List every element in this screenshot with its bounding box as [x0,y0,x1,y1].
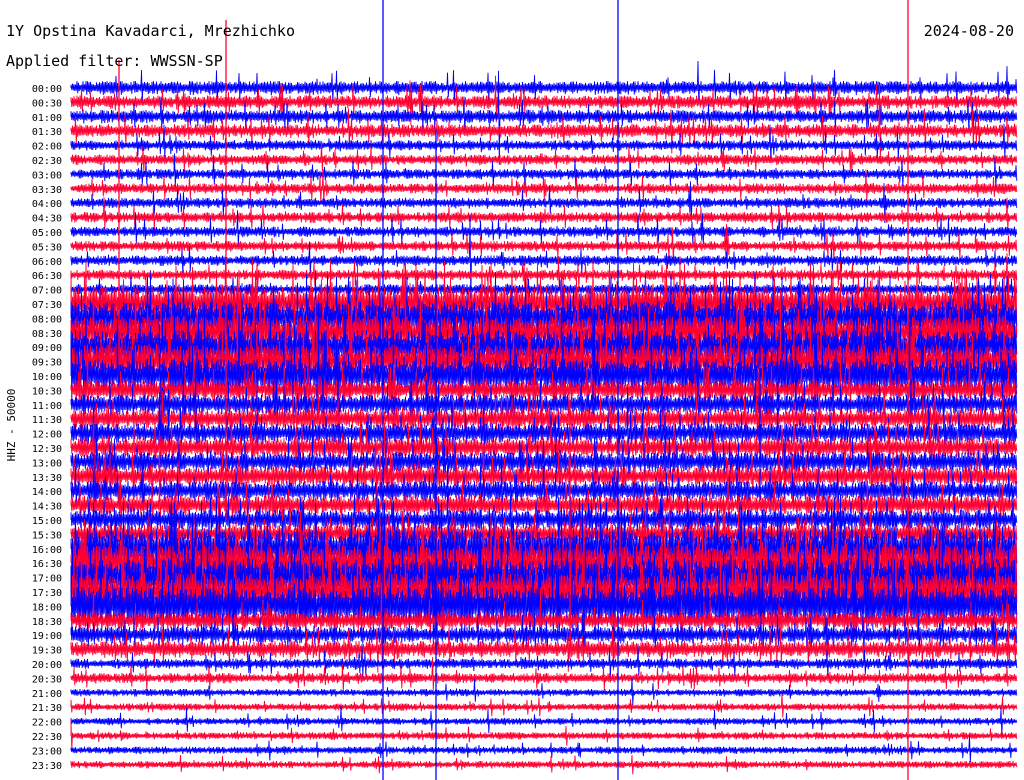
row-time-label: 20:30 [32,674,62,685]
row-time-label: 11:00 [32,401,62,412]
row-time-label: 21:00 [32,689,62,700]
station-title: 1Y Opstina Kavadarci, Mrezhichko [6,22,295,40]
row-time-label: 17:00 [32,574,62,585]
row-time-label: 15:00 [32,516,62,527]
row-time-label: 10:30 [32,386,62,397]
row-time-label: 02:00 [32,142,62,153]
row-time-label: 16:00 [32,545,62,556]
row-time-label: 06:00 [32,257,62,268]
row-time-label: 07:00 [32,286,62,297]
row-time-label: 18:00 [32,602,62,613]
row-time-label: 17:30 [32,588,62,599]
row-time-label: 13:30 [32,473,62,484]
row-time-label: 00:30 [32,98,62,109]
row-time-label: 05:00 [32,228,62,239]
row-time-label: 01:00 [32,113,62,124]
row-time-label: 14:00 [32,487,62,498]
row-time-label: 09:30 [32,358,62,369]
row-time-label: 23:00 [32,746,62,757]
helicorder-chart: 1Y Opstina Kavadarci, Mrezhichko 2024-08… [0,0,1024,780]
row-time-label: 19:30 [32,646,62,657]
row-time-label: 05:30 [32,242,62,253]
filter-label: Applied filter: WWSSN-SP [6,52,223,70]
row-time-label: 18:30 [32,617,62,628]
row-time-label: 22:00 [32,718,62,729]
row-time-label: 16:30 [32,559,62,570]
trace-layer [70,0,1018,780]
row-time-label: 19:00 [32,631,62,642]
row-time-label: 02:30 [32,156,62,167]
row-time-label: 03:30 [32,185,62,196]
row-time-label: 04:00 [32,199,62,210]
row-time-label: 14:30 [32,502,62,513]
y-axis-label: HHZ - 50000 [5,389,18,462]
row-time-label: 10:00 [32,372,62,383]
row-time-label: 06:30 [32,271,62,282]
row-time-label: 08:00 [32,314,62,325]
row-time-label: 08:30 [32,329,62,340]
row-time-label: 20:00 [32,660,62,671]
row-time-label: 11:30 [32,415,62,426]
date-label: 2024-08-20 [924,22,1014,40]
row-time-label: 12:00 [32,430,62,441]
row-time-label: 13:00 [32,458,62,469]
row-time-label: 22:30 [32,732,62,743]
row-time-label: 01:30 [32,127,62,138]
row-time-label: 21:30 [32,703,62,714]
row-time-label: 09:00 [32,343,62,354]
row-time-label: 03:00 [32,170,62,181]
row-time-label: 12:30 [32,444,62,455]
row-time-label: 07:30 [32,300,62,311]
row-time-label: 00:00 [32,84,62,95]
row-time-label: 23:30 [32,761,62,772]
row-time-label: 04:30 [32,214,62,225]
row-time-label: 15:30 [32,530,62,541]
